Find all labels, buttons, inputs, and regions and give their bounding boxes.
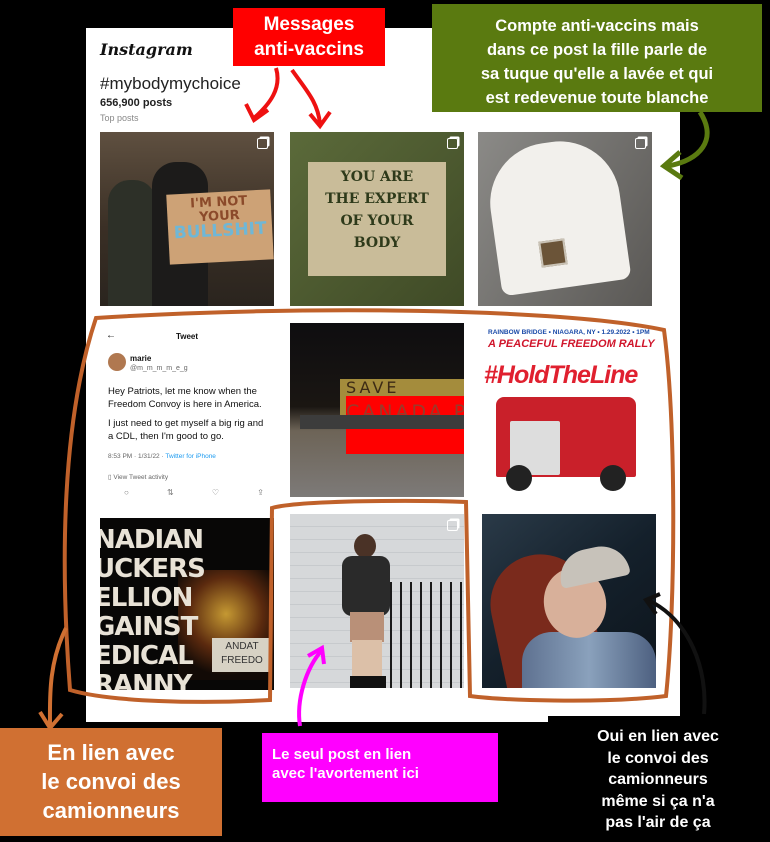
- truck-wheel: [506, 465, 532, 491]
- beanie: [555, 541, 631, 589]
- post-count: 656,900 posts: [100, 97, 173, 109]
- rebellion-line: EDICAL: [100, 641, 194, 671]
- quote-card: YOU ARE THE EXPERT OF YOUR BODY: [308, 162, 446, 276]
- rebellion-text: NADIAN UCKERS ELLION GAINST EDICAL RANNY: [100, 525, 206, 691]
- beanie-tag: [538, 238, 568, 268]
- retweet-icon: ⇅: [167, 488, 174, 497]
- share-icon: ⇪: [257, 488, 264, 497]
- multi-photo-icon: [257, 138, 268, 149]
- person-left: [108, 180, 156, 306]
- tweet-activity: ▯ View Tweet activity: [108, 474, 169, 481]
- woman-figure: [342, 534, 390, 688]
- quote-line: YOU ARE: [340, 169, 414, 185]
- tweet-header: Tweet: [175, 332, 199, 341]
- post-truckers-rebellion[interactable]: NADIAN UCKERS ELLION GAINST EDICAL RANNY…: [100, 518, 274, 690]
- tweet-author-name: marie: [130, 354, 152, 363]
- annotation-line: Oui en lien avec: [597, 728, 719, 745]
- tweet-text: Hey Patriots, let me know when the Freed…: [108, 386, 262, 410]
- rebellion-line: GAINST: [100, 612, 198, 642]
- annotation-line: avec l'avortement ici: [272, 765, 419, 782]
- quote-line: THE EXPERT: [325, 191, 429, 207]
- rebellion-line: ELLION: [100, 583, 193, 613]
- post-selfie-car[interactable]: [482, 514, 656, 688]
- tweet-source: Twitter for iPhone: [165, 453, 216, 460]
- multi-photo-icon: [447, 138, 458, 149]
- truck-sign: ANDAT FREEDO: [212, 638, 272, 672]
- post-protest-sign[interactable]: I'M NOT YOUR BULLSHIT: [100, 132, 274, 306]
- rally-location: RAINBOW BRIDGE • NIAGARA, NY • 1.29.2022…: [488, 329, 650, 336]
- tweet-meta: 8:53 PM · 1/31/22 · Twitter for iPhone: [108, 453, 216, 460]
- sign-line: BULLSHIT: [173, 218, 268, 244]
- post-white-beanie[interactable]: [478, 132, 652, 306]
- save-canada-banner: SAVE CANADA PA: [340, 378, 464, 454]
- annotation-line: est redevenue toute blanche: [485, 89, 709, 107]
- rally-hashtag: #HoldTheLine: [484, 361, 638, 389]
- annotation-anti-vax-messages: Messages anti-vaccins: [233, 8, 385, 66]
- tweet-time: 8:53 PM · 1/31/22 ·: [108, 453, 166, 460]
- quote-line: BODY: [353, 235, 401, 251]
- annotation-line: camionneurs: [608, 771, 708, 788]
- post-expert-body[interactable]: YOU ARE THE EXPERT OF YOUR BODY: [290, 132, 464, 306]
- annotation-convoy-selfie: Oui en lien avec le convoi des camionneu…: [548, 716, 768, 842]
- quote-line: OF YOUR: [340, 213, 414, 229]
- post-save-canada-truck[interactable]: SAVE CANADA PA: [290, 323, 464, 497]
- annotation-line: camionneurs: [42, 798, 180, 823]
- orange-arrowhead: [38, 710, 64, 732]
- avatar: [108, 353, 126, 371]
- annotation-beanie-note: Compte anti-vaccins mais dans ce post la…: [432, 4, 762, 112]
- like-icon: ♡: [211, 488, 220, 497]
- head: [354, 534, 376, 558]
- post-hold-the-line[interactable]: RAINBOW BRIDGE • NIAGARA, NY • 1.29.2022…: [482, 323, 656, 497]
- jacket: [342, 556, 390, 616]
- orange-arrow: [47, 627, 68, 727]
- annotation-convoy: En lien avec le convoi des camionneurs: [0, 728, 222, 836]
- instagram-logo[interactable]: Instagram: [100, 40, 193, 59]
- reply-icon: ○: [124, 488, 129, 497]
- camo-shirt: [522, 632, 656, 688]
- truck-trailer: [300, 415, 464, 429]
- annotation-abortion-post: Le seul post en lien avec l'avortement i…: [262, 733, 498, 802]
- rebellion-line: NADIAN: [100, 525, 204, 555]
- annotation-line: Le seul post en lien: [272, 746, 412, 763]
- multi-photo-icon: [447, 520, 458, 531]
- tweet-actions: ○ ⇅ ♡ ⇪: [124, 488, 264, 497]
- tweet-text: I just need to get myself a big rig and …: [108, 418, 264, 442]
- rebellion-line: RANNY: [100, 670, 192, 691]
- annotation-line: Compte anti-vaccins mais: [495, 17, 699, 35]
- top-posts-label: Top posts: [100, 113, 139, 123]
- annotation-line: anti-vaccins: [254, 39, 364, 60]
- rally-title: A PEACEFUL FREEDOM RALLY: [488, 338, 655, 350]
- boots: [350, 676, 386, 688]
- truck-sign-line: FREEDO: [221, 655, 263, 666]
- hashtag-title: #mybodymychoice: [100, 74, 241, 93]
- annotation-line: sa tuque qu'elle a lavée et qui: [480, 65, 714, 83]
- multi-photo-icon: [635, 138, 646, 149]
- porch-railing: [390, 582, 464, 688]
- dress: [350, 612, 384, 642]
- banner-line: SAVE: [346, 378, 400, 397]
- annotation-line: le convoi des: [607, 749, 709, 767]
- truck-sign-line: ANDAT: [225, 641, 259, 652]
- post-woman-dress[interactable]: [290, 514, 464, 688]
- tweet-author-handle: @m_m_m_m_e_g: [130, 365, 188, 372]
- rebellion-line: UCKERS: [100, 554, 206, 584]
- post-tweet-screenshot[interactable]: ← Tweet marie @m_m_m_m_e_g Hey Patriots,…: [100, 323, 274, 497]
- annotation-line: dans ce post la fille parle de: [486, 41, 708, 59]
- annotation-line: Messages: [263, 14, 355, 35]
- annotation-line: pas l'air de ça: [605, 814, 711, 831]
- tweet-activity-label: View Tweet activity: [113, 474, 169, 481]
- truck-wheel: [600, 465, 626, 491]
- beanie-image: [482, 133, 632, 297]
- annotation-line: le convoi des: [41, 769, 181, 794]
- annotation-line: même si ça n'a: [601, 792, 715, 810]
- protest-sign: I'M NOT YOUR BULLSHIT: [166, 189, 274, 265]
- annotation-line: En lien avec: [47, 740, 175, 765]
